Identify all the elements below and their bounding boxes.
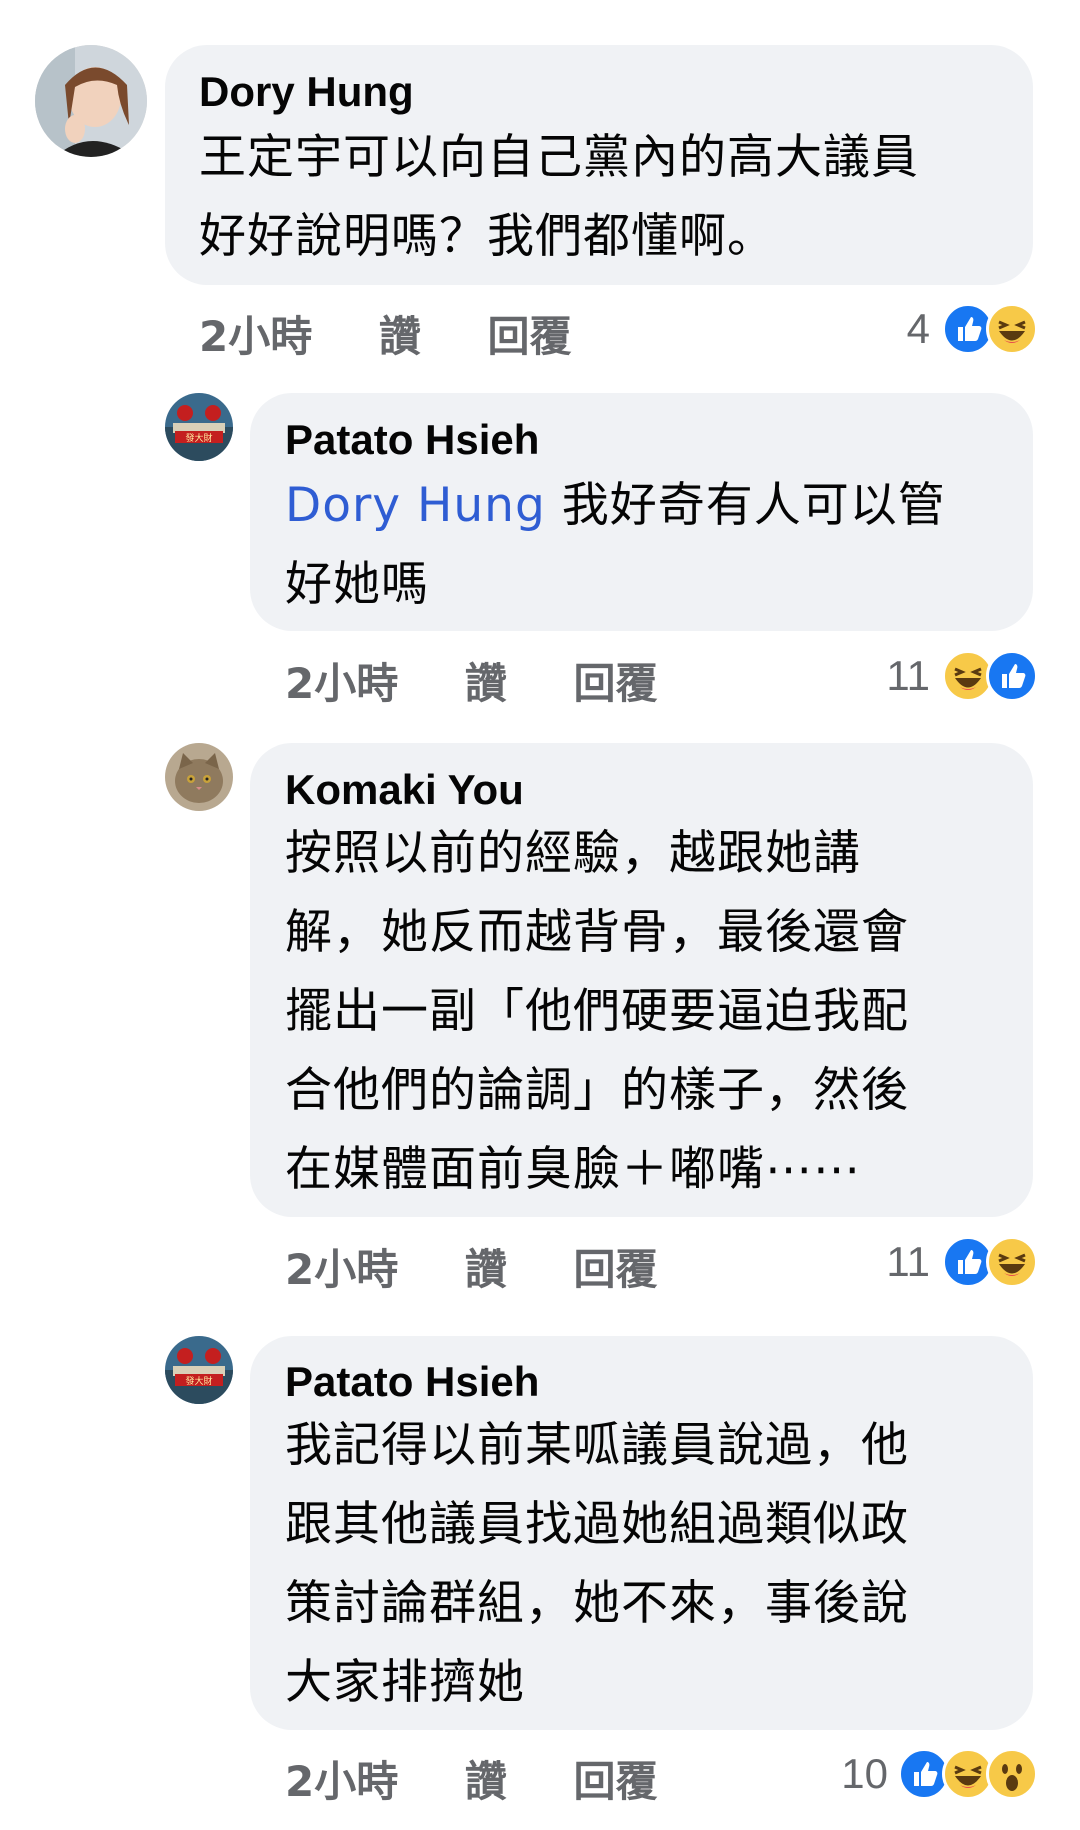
- reaction-count[interactable]: 4: [880, 305, 930, 353]
- comment-author[interactable]: Patato Hsieh: [285, 416, 539, 464]
- mention-link[interactable]: Dory Hung: [285, 478, 546, 533]
- reaction-count[interactable]: 11: [860, 1238, 930, 1286]
- like-button[interactable]: 讚: [465, 659, 507, 708]
- comment-actions: 2小時 讚 回覆: [285, 1236, 658, 1297]
- comment-text-line: 大家排擠她: [285, 1655, 525, 1710]
- like-button[interactable]: 讚: [465, 1757, 507, 1806]
- reaction-count[interactable]: 10: [818, 1750, 888, 1798]
- comment-time[interactable]: 2小時: [285, 1757, 398, 1806]
- haha-icon: [986, 303, 1038, 355]
- comment-time[interactable]: 2小時: [285, 659, 398, 708]
- comment-text-line: 按照以前的經驗，越跟她講: [285, 826, 861, 881]
- reply-button[interactable]: 回覆: [574, 1245, 658, 1294]
- comment-text-line: 我好奇有人可以管: [545, 478, 946, 533]
- comment-text-line: 好好說明嗎？我們都懂啊。: [199, 209, 775, 264]
- like-button[interactable]: 讚: [465, 1245, 507, 1294]
- haha-icon: [986, 1236, 1038, 1288]
- avatar[interactable]: 發大財: [165, 1336, 233, 1404]
- reply-button[interactable]: 回覆: [574, 659, 658, 708]
- avatar[interactable]: [165, 743, 233, 811]
- avatar-text: 發大財: [185, 1375, 212, 1387]
- avatar[interactable]: [35, 45, 147, 157]
- comment-text-line: 策討論群組，她不來，事後說: [285, 1576, 909, 1631]
- comment-time[interactable]: 2小時: [285, 1245, 398, 1294]
- comment-text-line: 解，她反而越背骨，最後還會: [285, 905, 909, 960]
- comment-actions: 2小時 讚 回覆: [285, 1748, 658, 1809]
- comment-author[interactable]: Komaki You: [285, 766, 524, 814]
- comment-text-line: 我記得以前某呱議員說過，他: [285, 1418, 909, 1473]
- avatar[interactable]: 發大財: [165, 393, 233, 461]
- comment-text: Dory Hung 我好奇有人可以管 好她嗎: [285, 466, 1015, 624]
- wow-icon: [986, 1748, 1038, 1800]
- comment-time[interactable]: 2小時: [199, 312, 312, 361]
- comment-author[interactable]: Dory Hung: [199, 68, 414, 116]
- comment-text-line: 擺出一副「他們硬要逼迫我配: [285, 984, 909, 1039]
- comment-author[interactable]: Patato Hsieh: [285, 1358, 539, 1406]
- comment-text-line: 跟其他議員找過她組過類似政: [285, 1497, 909, 1552]
- comment-text-line: 在媒體面前臭臉＋嘟嘴⋯⋯: [285, 1142, 861, 1197]
- comment-actions: 2小時 讚 回覆: [199, 303, 572, 364]
- like-button[interactable]: 讚: [379, 312, 421, 361]
- comment-text-line: 好她嗎: [285, 557, 429, 612]
- comment-text: 王定宇可以向自己黨內的高大議員 好好說明嗎？我們都懂啊。: [199, 118, 1019, 276]
- reply-button[interactable]: 回覆: [574, 1757, 658, 1806]
- reply-button[interactable]: 回覆: [488, 312, 572, 361]
- like-icon: [986, 650, 1038, 702]
- avatar-text: 發大財: [185, 432, 212, 444]
- comment-text-line: 王定宇可以向自己黨內的高大議員: [199, 130, 919, 185]
- comment-text: 我記得以前某呱議員說過，他 跟其他議員找過她組過類似政 策討論群組，她不來，事後…: [285, 1406, 1015, 1722]
- comment-actions: 2小時 讚 回覆: [285, 650, 658, 711]
- reaction-count[interactable]: 11: [860, 652, 930, 700]
- comment-text: 按照以前的經驗，越跟她講 解，她反而越背骨，最後還會 擺出一副「他們硬要逼迫我配…: [285, 814, 1015, 1209]
- comment-text-line: 合他們的論調」的樣子，然後: [285, 1063, 909, 1118]
